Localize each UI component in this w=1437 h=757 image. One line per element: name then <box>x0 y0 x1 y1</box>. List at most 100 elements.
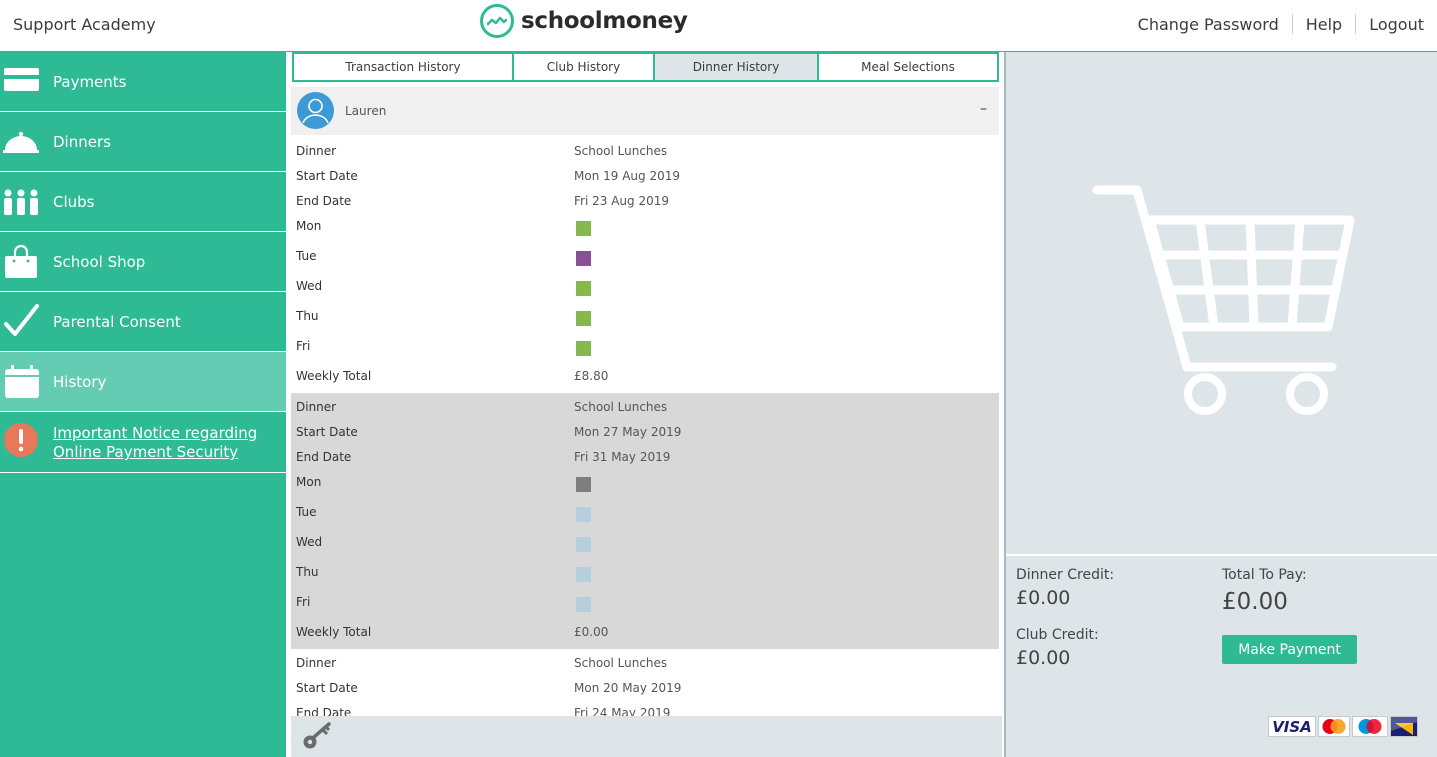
sidebar-item-dinners[interactable]: Dinners <box>0 112 286 172</box>
meal-status-square <box>576 567 591 582</box>
field-label: End Date <box>296 194 352 208</box>
meal-status-square <box>576 281 591 296</box>
logout-link[interactable]: Logout <box>1356 15 1437 34</box>
field-label: Weekly Total <box>296 369 372 383</box>
meal-status-square <box>576 537 591 552</box>
sidebar-item-label: Parental Consent <box>53 312 181 331</box>
child-name: Lauren <box>345 104 387 118</box>
maestro-logo <box>1352 716 1388 737</box>
meal-status-square <box>576 221 591 236</box>
tab-meal-selections[interactable]: Meal Selections <box>819 52 999 82</box>
field-label: Dinner <box>296 400 337 414</box>
notice-line-2: Online Payment Security <box>53 443 239 461</box>
sidebar: Payments Dinners Clubs School Shop Paren… <box>0 52 286 757</box>
day-label: Thu <box>296 309 319 323</box>
visa-logo: VISA <box>1268 716 1316 737</box>
dinner-value: School Lunches <box>574 656 668 670</box>
field-label: Weekly Total <box>296 625 372 639</box>
field-label: Dinner <box>296 656 337 670</box>
basket-panel: Dinner Credit: £0.00 Club Credit: £0.00 … <box>1004 52 1437 757</box>
meal-status-square <box>576 251 591 266</box>
dinner-record: Dinner School Lunches Start Date Mon 19 Au… <box>291 137 999 393</box>
checkmark-icon <box>4 304 39 336</box>
start-date-value: Mon 27 May 2019 <box>574 425 682 439</box>
meal-status-square <box>576 597 591 612</box>
start-date-value: Mon 19 Aug 2019 <box>574 169 680 183</box>
day-label: Fri <box>296 595 311 609</box>
field-label: End Date <box>296 450 352 464</box>
weekly-total-value: £0.00 <box>574 625 609 639</box>
meal-status-square <box>576 477 591 492</box>
sidebar-item-security-notice[interactable]: Important Notice regarding Online Paymen… <box>0 412 286 473</box>
day-label: Mon <box>296 219 322 233</box>
field-label: Start Date <box>296 681 358 695</box>
child-header[interactable]: Lauren – <box>291 87 999 135</box>
avatar <box>297 92 334 129</box>
sidebar-item-history[interactable]: History <box>0 352 286 412</box>
logo-icon <box>480 4 514 38</box>
dinner-value: School Lunches <box>574 400 668 414</box>
field-label: Start Date <box>296 425 358 439</box>
day-label: Tue <box>296 249 317 263</box>
end-date-value: Fri 24 May 2019 <box>574 706 671 716</box>
make-payment-button[interactable]: Make Payment <box>1222 635 1357 664</box>
sidebar-item-clubs[interactable]: Clubs <box>0 172 286 232</box>
security-notice-link[interactable]: Important Notice regarding Online Paymen… <box>53 424 273 462</box>
mastercard-logo <box>1318 716 1350 737</box>
history-panel: Transaction History Club History Dinner … <box>286 52 1004 757</box>
tab-club-history[interactable]: Club History <box>514 52 655 82</box>
notice-line-1: Important Notice regarding <box>53 424 258 442</box>
start-date-value: Mon 20 May 2019 <box>574 681 682 695</box>
weekly-total-value: £8.80 <box>574 369 609 383</box>
meal-status-square <box>576 311 591 326</box>
meal-status-square <box>576 341 591 356</box>
change-password-link[interactable]: Change Password <box>1125 15 1292 34</box>
day-label: Fri <box>296 339 311 353</box>
dinner-record: Dinner School Lunches Start Date Mon 27 Ma… <box>291 393 999 649</box>
sidebar-item-payments[interactable]: Payments <box>0 52 286 112</box>
day-label: Thu <box>296 565 319 579</box>
dinner-history-list: Dinner School Lunches Start Date Mon 19 Au… <box>291 137 999 716</box>
history-tabs: Transaction History Club History Dinner … <box>292 52 999 82</box>
sidebar-item-parental-consent[interactable]: Parental Consent <box>0 292 286 352</box>
day-label: Mon <box>296 475 322 489</box>
collapse-button[interactable]: – <box>980 101 987 117</box>
logo[interactable]: schoolmoney <box>480 4 688 38</box>
dinner-record: Dinner School Lunches Start Date Mon 20 Ma… <box>291 649 999 716</box>
sidebar-item-label: Clubs <box>53 192 95 211</box>
basket-divider <box>1006 554 1437 556</box>
key-icon[interactable] <box>301 721 333 751</box>
day-label: Tue <box>296 505 317 519</box>
sidebar-item-label: School Shop <box>53 252 146 271</box>
tab-transaction-history[interactable]: Transaction History <box>292 52 514 82</box>
top-links: Change Password Help Logout <box>1125 14 1437 34</box>
dinner-value: School Lunches <box>574 144 668 158</box>
logo-text: schoolmoney <box>521 8 688 34</box>
club-credit-label: Club Credit: <box>1016 627 1099 643</box>
header: Support Academy schoolmoney Change Passw… <box>0 0 1437 52</box>
total-to-pay-value: £0.00 <box>1222 589 1288 615</box>
sidebar-item-label: Dinners <box>53 132 111 151</box>
meal-status-square <box>576 507 591 522</box>
club-credit-value: £0.00 <box>1016 647 1071 669</box>
shopping-bag-icon <box>5 244 37 278</box>
dinner-credit-value: £0.00 <box>1016 587 1071 609</box>
footer-bar <box>291 716 1002 757</box>
sidebar-item-label: History <box>53 372 107 391</box>
day-label: Wed <box>296 279 323 293</box>
card-icon <box>4 68 39 91</box>
sidebar-item-school-shop[interactable]: School Shop <box>0 232 286 292</box>
help-link[interactable]: Help <box>1293 15 1355 34</box>
field-label: End Date <box>296 706 352 716</box>
delta-logo <box>1390 716 1418 737</box>
calendar-icon <box>5 365 39 398</box>
shopping-cart-icon <box>1092 185 1355 415</box>
sidebar-item-label: Payments <box>53 72 127 91</box>
school-name: Support Academy <box>13 15 156 34</box>
alert-icon <box>4 423 38 457</box>
total-to-pay-label: Total To Pay: <box>1222 567 1307 583</box>
accepted-cards: VISA <box>1268 716 1418 737</box>
people-icon <box>4 189 38 215</box>
tab-dinner-history[interactable]: Dinner History <box>655 52 819 82</box>
cloche-icon <box>3 131 39 153</box>
